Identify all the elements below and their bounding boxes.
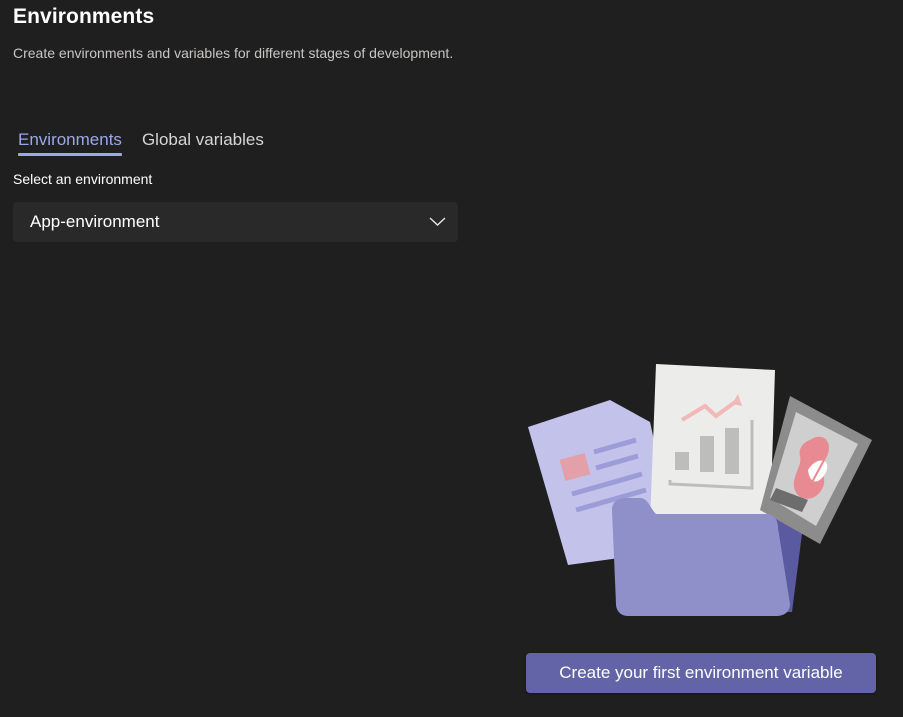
chevron-down-icon bbox=[429, 217, 446, 226]
folder-with-documents-illustration bbox=[528, 364, 872, 616]
page-subtitle: Create environments and variables for di… bbox=[13, 45, 454, 61]
create-environment-variable-button[interactable]: Create your first environment variable bbox=[526, 653, 876, 693]
tab-global-variables[interactable]: Global variables bbox=[142, 130, 264, 154]
environment-select-label: Select an environment bbox=[13, 171, 153, 187]
environments-page: Environments Create environments and var… bbox=[0, 0, 903, 717]
tab-environments[interactable]: Environments bbox=[18, 130, 122, 156]
environment-dropdown-value: App-environment bbox=[30, 212, 160, 231]
environment-dropdown[interactable]: App-environment bbox=[13, 202, 458, 242]
page-title: Environments bbox=[13, 5, 155, 28]
tab-bar: Environments Global variables bbox=[18, 130, 264, 156]
